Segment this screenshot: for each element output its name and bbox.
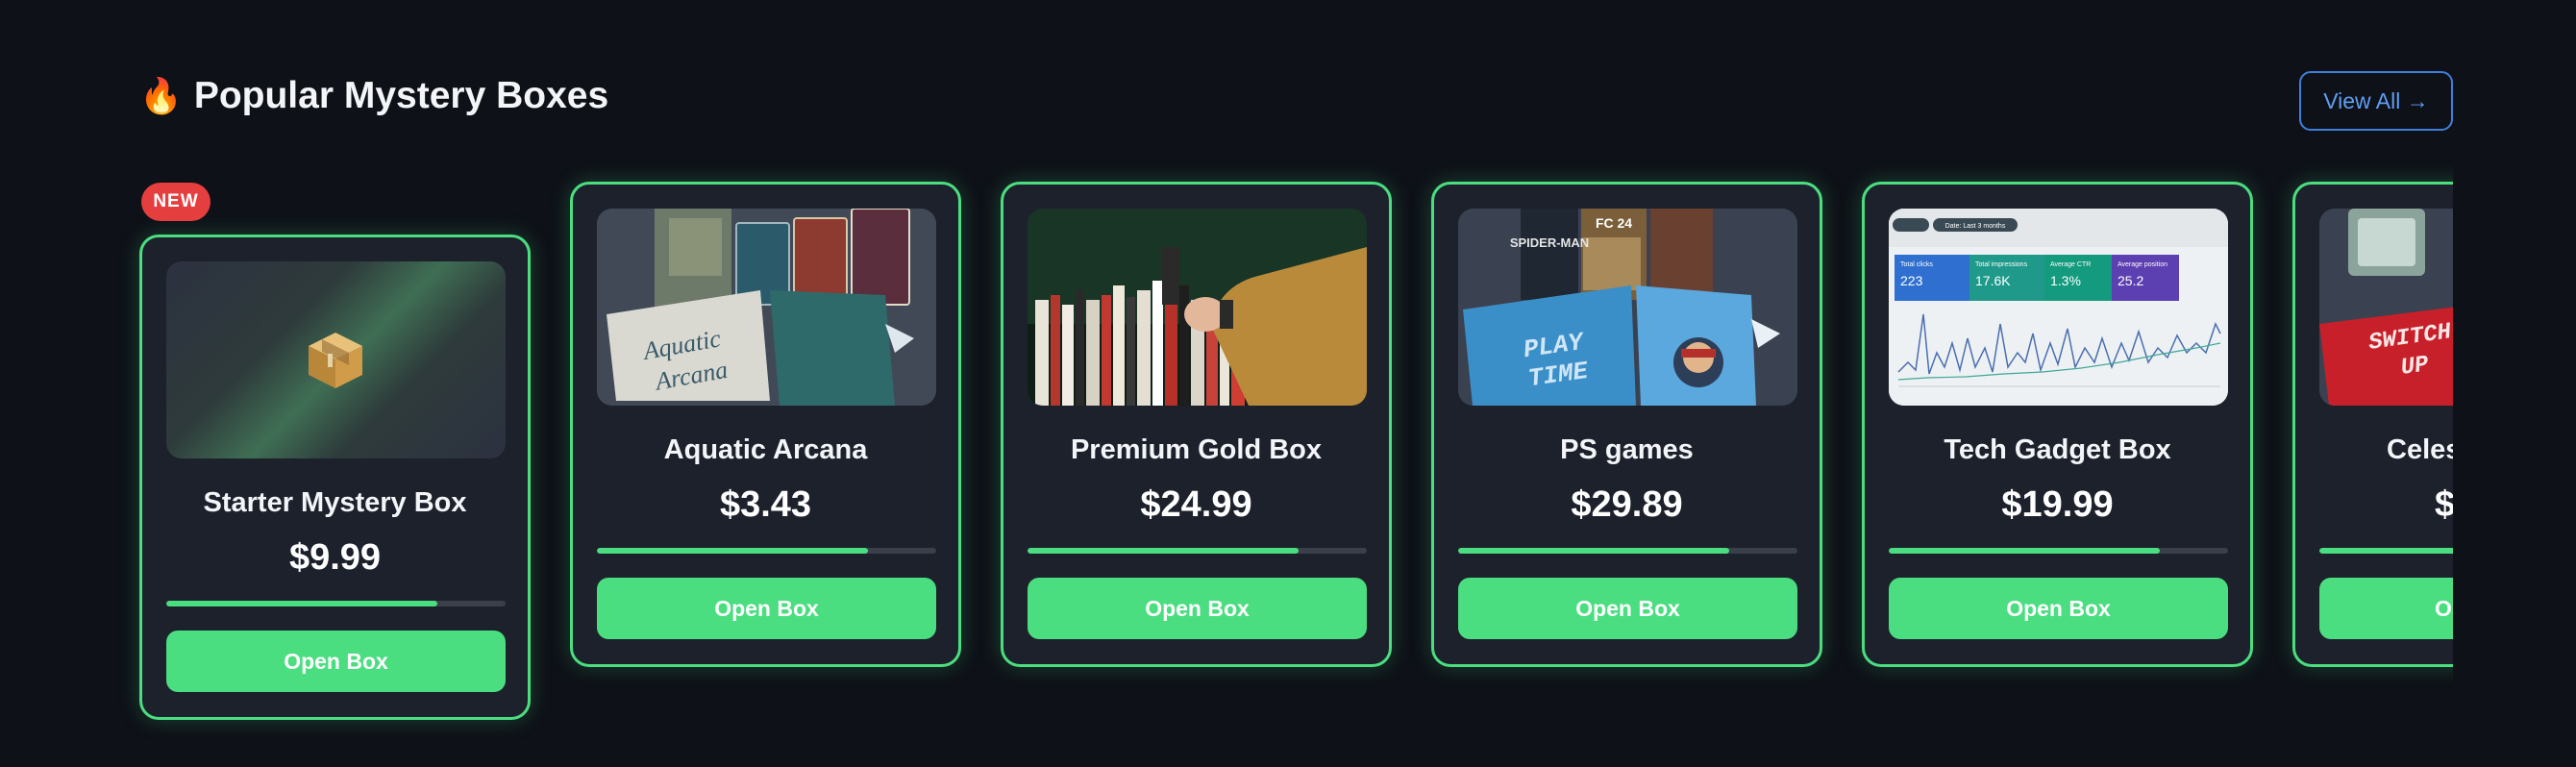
switch-up-box-image: SWITCH UP [2319,209,2453,406]
progress-bar [1458,548,1797,554]
trading-cards-image: Aquatic Arcana [597,209,936,406]
svg-text:UP: UP [2399,352,2431,382]
open-box-button[interactable]: O [2319,578,2453,639]
mystery-box-card[interactable]: Premium Gold Box $24.99 Open Box [1001,182,1392,667]
box-name: Starter Mystery Box [203,487,467,518]
mystery-boxes-section: 🔥 Popular Mystery Boxes View All → Start… [0,0,2576,767]
box-name: Tech Gadget Box [1944,434,2171,465]
box-name: PS games [1560,434,1694,465]
metric-value-4: 25.2 [2118,273,2143,288]
analytics-dashboard-image: Date: Last 3 months Total clicks 223 Tot… [1889,209,2228,406]
box-name: Premium Gold Box [1070,434,1323,465]
mystery-box-card[interactable]: Starter Mystery Box $9.99 Open Box [139,235,531,720]
ps-cover-2-text: FC 24 [1596,215,1632,231]
mystery-box-card[interactable]: SPIDER-MAN FC 24 PLAY TIME PS games $29.… [1431,182,1822,667]
bookshelf-image [1028,209,1367,406]
metric-label-3: Average CTR [2050,261,2091,268]
cards-carousel[interactable]: Starter Mystery Box $9.99 Open Box NEW A… [0,0,2453,767]
ps-cover-1-text: SPIDER-MAN [1510,235,1589,250]
open-box-button[interactable]: Open Box [1458,578,1797,639]
mystery-box-card[interactable]: Aquatic Arcana Aquatic Arcana $3.43 Open… [570,182,961,667]
box-price: $ [2435,484,2453,525]
progress-bar [166,601,506,606]
open-box-button[interactable]: Open Box [597,578,936,639]
progress-bar [597,548,936,554]
metric-value-2: 17.6K [1975,273,2011,288]
box-price: $24.99 [1140,484,1252,525]
metric-label-4: Average position [2118,261,2167,268]
box-price: $9.99 [288,537,382,578]
new-badge: NEW [141,183,211,221]
box-price: $29.89 [1571,484,1683,525]
progress-bar [2319,548,2453,554]
open-box-button[interactable]: Open Box [1889,578,2228,639]
progress-bar [1028,548,1367,554]
open-box-button[interactable]: Open Box [166,631,506,692]
game-covers-image: SPIDER-MAN FC 24 PLAY TIME [1458,209,1797,406]
box-price: $3.43 [719,484,812,525]
box-name: Aquatic Arcana [663,434,868,465]
box-name: Celest [2387,434,2453,465]
dashboard-filter-text: Date: Last 3 months [1945,223,2006,230]
mystery-box-card[interactable]: SWITCH UP Celest $ O [2292,182,2453,667]
metric-value-3: 1.3% [2050,273,2081,288]
metric-value-1: 223 [1900,273,1923,288]
metric-label-2: Total impressions [1975,261,2028,268]
mystery-box-card[interactable]: Date: Last 3 months Total clicks 223 Tot… [1862,182,2253,667]
package-box-icon [166,261,506,458]
open-box-button[interactable]: Open Box [1028,578,1367,639]
box-price: $19.99 [2001,484,2114,525]
progress-bar [1889,548,2228,554]
metric-label-1: Total clicks [1900,261,1933,268]
